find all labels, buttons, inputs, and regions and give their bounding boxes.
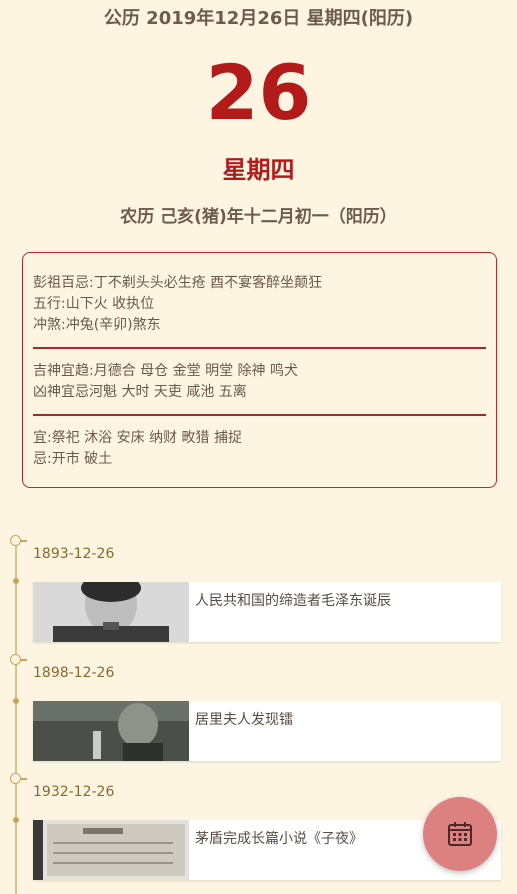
event-title: 居里夫人发现镭 [195, 712, 293, 728]
event-card[interactable]: 人民共和国的缔造者毛泽东诞辰 [33, 582, 501, 642]
almanac-card: 彭祖百忌:丁不剃头头必生疮 酉不宴客醉坐颠狂 五行:山下火 收执位 冲煞:冲兔(… [22, 252, 497, 488]
timeline-node [10, 535, 21, 546]
lunar-date: 农历 己亥(猪)年十二月初一（阳历） [120, 207, 397, 227]
event-photo [33, 820, 189, 880]
almanac-divider [33, 347, 486, 349]
event-photo [33, 701, 189, 761]
event-card[interactable]: 居里夫人发现镭 [33, 701, 501, 761]
almanac-section-taboo: 彭祖百忌:丁不剃头头必生疮 酉不宴客醉坐颠狂 五行:山下火 收执位 冲煞:冲兔(… [33, 273, 486, 342]
timeline-tick [21, 659, 27, 661]
event-title: 茅盾完成长篇小说《子夜》 [195, 831, 363, 847]
suitable-activities: 宜:祭祀 沐浴 安床 纳财 畋猎 捕捉 [33, 430, 242, 446]
timeline-node [10, 773, 21, 784]
event-title: 人民共和国的缔造者毛泽东诞辰 [195, 593, 391, 609]
event-date: 1893-12-26 [33, 546, 115, 562]
timeline-node [10, 654, 21, 665]
five-elements: 五行:山下火 收执位 [33, 296, 155, 312]
event-photo [33, 582, 189, 642]
calendar-fab-button[interactable] [423, 797, 497, 871]
solar-date: 公历 2019年12月26日 星期四(阳历) [103, 8, 414, 29]
calendar-icon [448, 822, 472, 846]
pengzu-taboo: 彭祖百忌:丁不剃头头必生疮 酉不宴客醉坐颠狂 [33, 275, 323, 291]
almanac-section-gods: 吉神宜趋:月德合 母仓 金堂 明堂 除神 鸣犬 凶神宜忌河魁 大时 天吏 咸池 … [33, 361, 486, 409]
weekday-label: 星期四 [222, 156, 295, 184]
timeline-tick [21, 540, 27, 542]
almanac-divider [33, 414, 486, 416]
timeline-small-dot [13, 817, 19, 823]
event-date: 1932-12-26 [33, 784, 115, 800]
day-number: 26 [205, 48, 312, 137]
almanac-section-dos: 宜:祭祀 沐浴 安床 纳财 畋猎 捕捉 忌:开市 破土 [33, 428, 486, 476]
timeline-small-dot [13, 698, 19, 704]
inauspicious-gods: 凶神宜忌河魁 大时 天吏 咸池 五离 [33, 384, 247, 400]
timeline-line [15, 540, 17, 894]
timeline-tick [21, 778, 27, 780]
avoid-activities: 忌:开市 破土 [33, 451, 113, 467]
timeline-small-dot [13, 578, 19, 584]
auspicious-gods: 吉神宜趋:月德合 母仓 金堂 明堂 除神 鸣犬 [33, 363, 298, 379]
event-date: 1898-12-26 [33, 665, 115, 681]
clash-info: 冲煞:冲兔(辛卯)煞东 [33, 317, 161, 333]
